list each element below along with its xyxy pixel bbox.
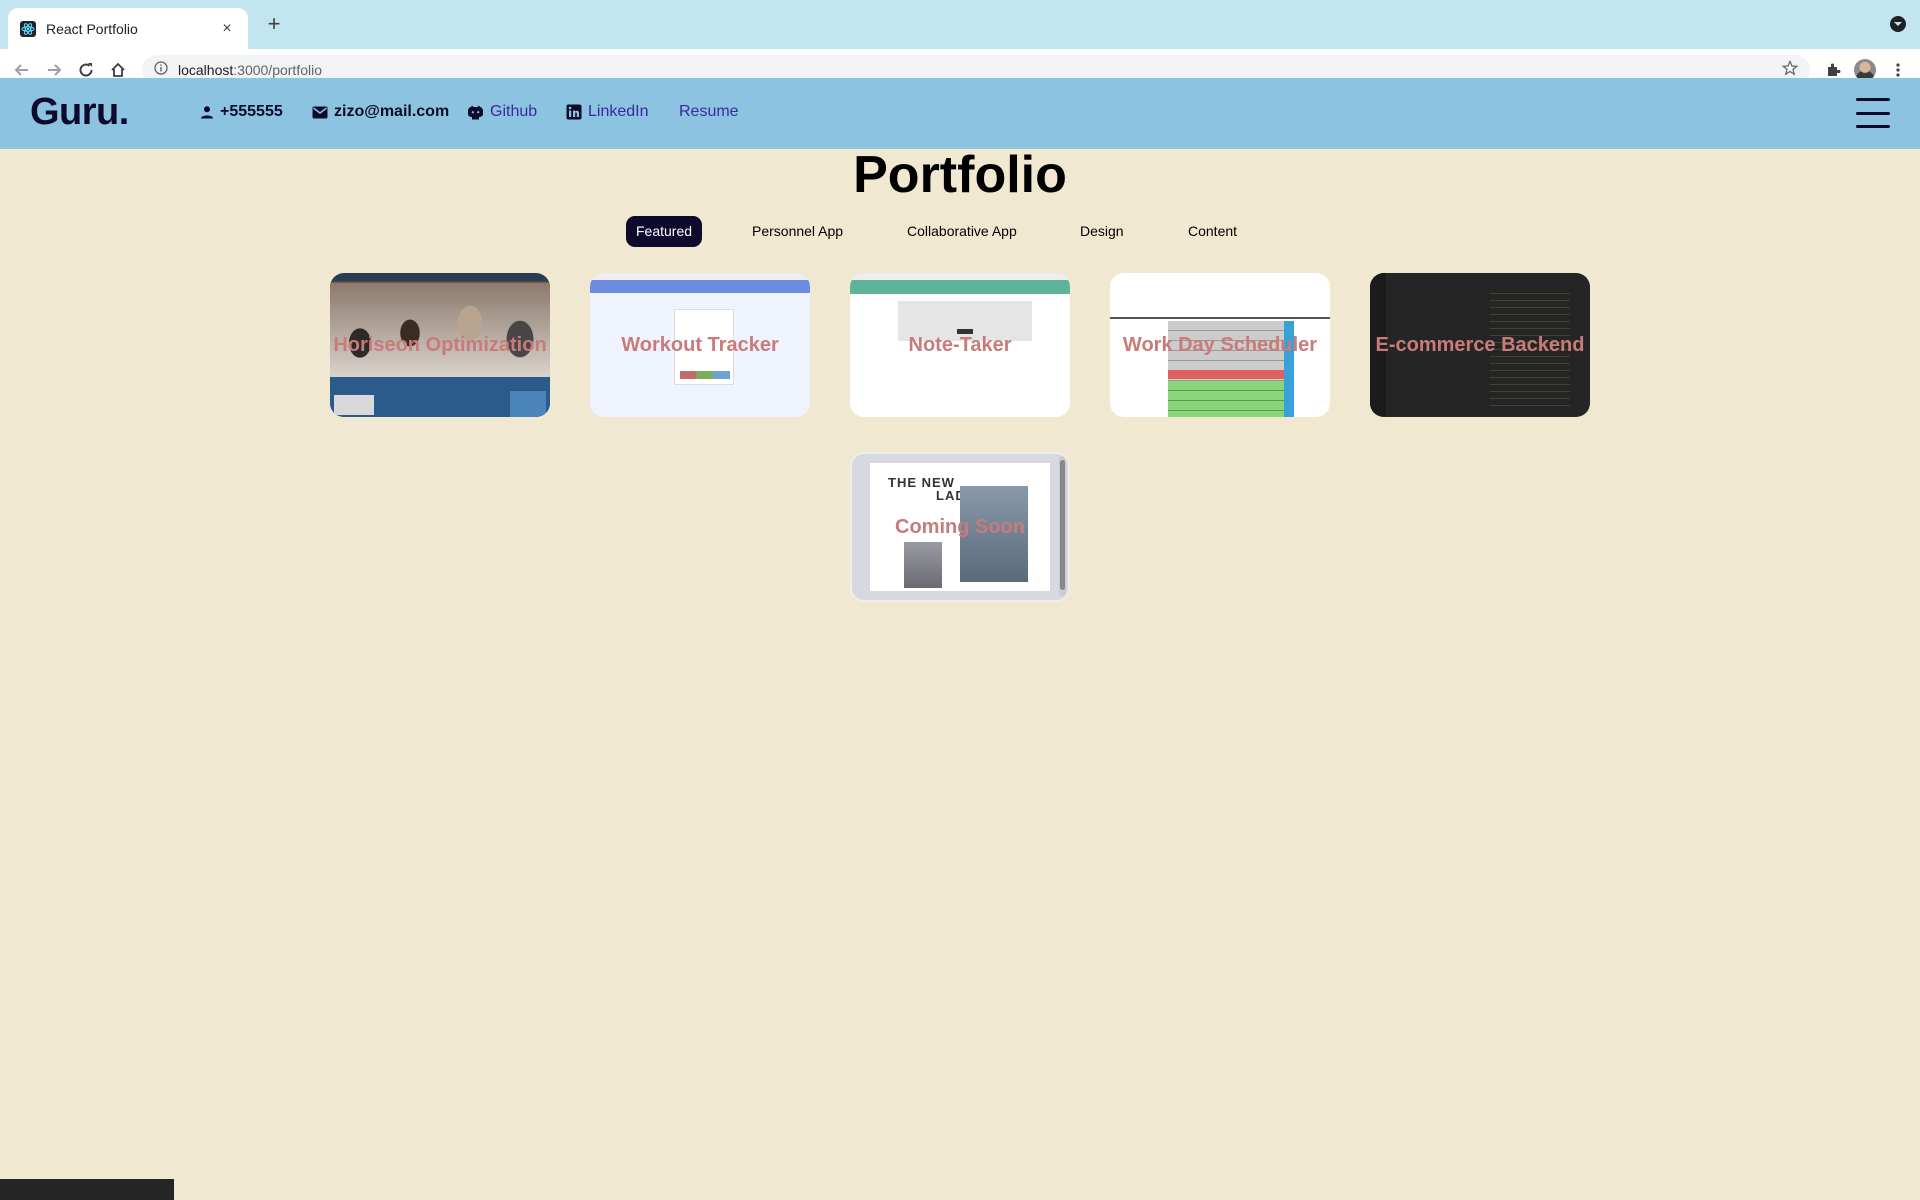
email-contact[interactable]: zizo@mail.com xyxy=(312,103,449,121)
resume-text: Resume xyxy=(679,103,739,120)
project-title: Work Day Scheduler xyxy=(1122,333,1318,356)
close-icon[interactable]: × xyxy=(218,20,236,38)
project-card-workout-tracker[interactable]: Workout Tracker xyxy=(590,273,810,417)
linkedin-text: LinkedIn xyxy=(588,103,649,120)
phone-text: +555555 xyxy=(220,103,283,120)
hamburger-line xyxy=(1856,125,1890,128)
url-text: localhost:3000/portfolio xyxy=(178,62,322,78)
filter-featured[interactable]: Featured xyxy=(626,216,703,247)
browser-tab-bar: React Portfolio × + xyxy=(0,0,1920,49)
project-title: Horiseon Optimization xyxy=(333,333,547,356)
project-card-horiseon[interactable]: Horiseon Optimization xyxy=(330,273,550,417)
new-tab-button[interactable]: + xyxy=(260,11,288,39)
mail-icon xyxy=(312,106,328,118)
portfolio-filters: Featured Personnel App Collaborative App… xyxy=(0,216,1920,248)
linkedin-link[interactable]: LinkedIn xyxy=(566,103,649,121)
resume-link[interactable]: Resume xyxy=(679,103,739,121)
site-logo[interactable]: Guru. xyxy=(30,91,129,134)
page-title: Portfolio xyxy=(853,146,1067,204)
github-link[interactable]: Github xyxy=(467,103,537,121)
project-card-work-day-scheduler[interactable]: Work Day Scheduler xyxy=(1110,273,1330,417)
linkedin-icon xyxy=(566,104,582,120)
hamburger-line xyxy=(1856,111,1890,115)
hamburger-menu-icon[interactable] xyxy=(1856,98,1890,128)
hamburger-line xyxy=(1856,98,1890,101)
project-card-note-taker[interactable]: Note-Taker xyxy=(850,273,1070,417)
project-card-coming-soon[interactable]: THE NEW LADY Coming Soon xyxy=(850,452,1070,602)
project-title: Note-Taker xyxy=(908,333,1012,356)
email-text: zizo@mail.com xyxy=(334,103,450,120)
devtools-strip xyxy=(0,1179,174,1200)
filter-personnel-app[interactable]: Personnel App xyxy=(742,216,853,247)
project-title: E-commerce Backend xyxy=(1375,333,1585,356)
browser-tab[interactable]: React Portfolio × xyxy=(8,8,248,49)
project-title: Workout Tracker xyxy=(621,333,779,356)
tab-search-icon[interactable] xyxy=(1888,14,1908,34)
phone-contact[interactable]: +555555 xyxy=(200,103,283,121)
tab-title: React Portfolio xyxy=(46,20,138,37)
filter-design[interactable]: Design xyxy=(1070,216,1134,247)
url-host: localhost xyxy=(178,62,234,78)
github-text: Github xyxy=(490,103,538,120)
github-icon xyxy=(468,105,483,119)
filter-collaborative-app[interactable]: Collaborative App xyxy=(897,216,1027,247)
project-card-ecommerce-backend[interactable]: E-commerce Backend xyxy=(1370,273,1590,417)
react-icon xyxy=(20,20,36,37)
url-path: :3000/portfolio xyxy=(233,62,322,78)
filter-content[interactable]: Content xyxy=(1178,216,1247,247)
project-title: Coming Soon xyxy=(895,515,1025,538)
info-icon[interactable] xyxy=(154,60,168,80)
site-header: Guru. +555555 zizo@mail.com Github Linke… xyxy=(0,78,1920,149)
person-icon xyxy=(201,106,213,119)
